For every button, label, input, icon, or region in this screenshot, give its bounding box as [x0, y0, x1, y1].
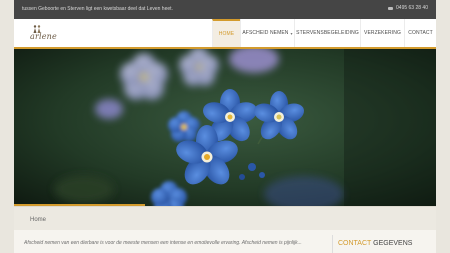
page: tussen Geboorte en Sterven ligt een kwet… — [14, 0, 436, 253]
nav-item-stervensbegeleiding[interactable]: STERVENSBEGELEIDING — [294, 19, 360, 47]
sidebar-title-accent: CONTACT — [338, 240, 372, 247]
phone-number: 0495 63 28 40 — [396, 5, 428, 11]
phone-icon — [388, 6, 394, 10]
forget-me-not-image — [14, 49, 436, 206]
nav-item-verzekering[interactable]: VERZEKERING — [360, 19, 404, 47]
sidebar-title-rest: GEGEVENS — [373, 240, 413, 247]
chevron-down-icon: ▾ — [290, 30, 293, 36]
main-content: Afscheid nemen van een dierbare is voor … — [14, 230, 436, 253]
nav-item-home[interactable]: HOME — [212, 19, 240, 47]
logo-text: arlene — [30, 32, 57, 41]
breadcrumb: Home — [14, 206, 436, 230]
tagline: tussen Geboorte en Sterven ligt een kwet… — [22, 6, 173, 12]
hero-slider[interactable] — [14, 49, 436, 206]
top-bar: tussen Geboorte en Sterven ligt een kwet… — [14, 0, 436, 19]
nav-item-contact[interactable]: CONTACT — [404, 19, 436, 47]
nav-item-label: VERZEKERING — [364, 30, 401, 36]
logo[interactable]: arlene — [28, 25, 68, 43]
sidebar-divider — [332, 235, 333, 253]
main-nav: HOME AFSCHEID NEMEN ▾ STERVENSBEGELEIDIN… — [212, 19, 436, 47]
nav-item-label: AFSCHEID NEMEN — [242, 30, 289, 36]
phone-contact[interactable]: 0495 63 28 40 — [388, 5, 428, 11]
intro-text: Afscheid nemen van een dierbare is voor … — [24, 240, 302, 246]
breadcrumb-home[interactable]: Home — [30, 217, 46, 223]
sidebar-title: CONTACT GEGEVENS — [338, 240, 412, 247]
nav-item-label: HOME — [218, 31, 235, 37]
nav-item-label: STERVENSBEGELEIDING — [296, 30, 359, 36]
nav-item-label: CONTACT — [408, 30, 433, 36]
nav-item-afscheid-nemen[interactable]: AFSCHEID NEMEN ▾ — [240, 19, 294, 47]
header: arlene HOME AFSCHEID NEMEN ▾ STERVENSBEG… — [14, 19, 436, 47]
